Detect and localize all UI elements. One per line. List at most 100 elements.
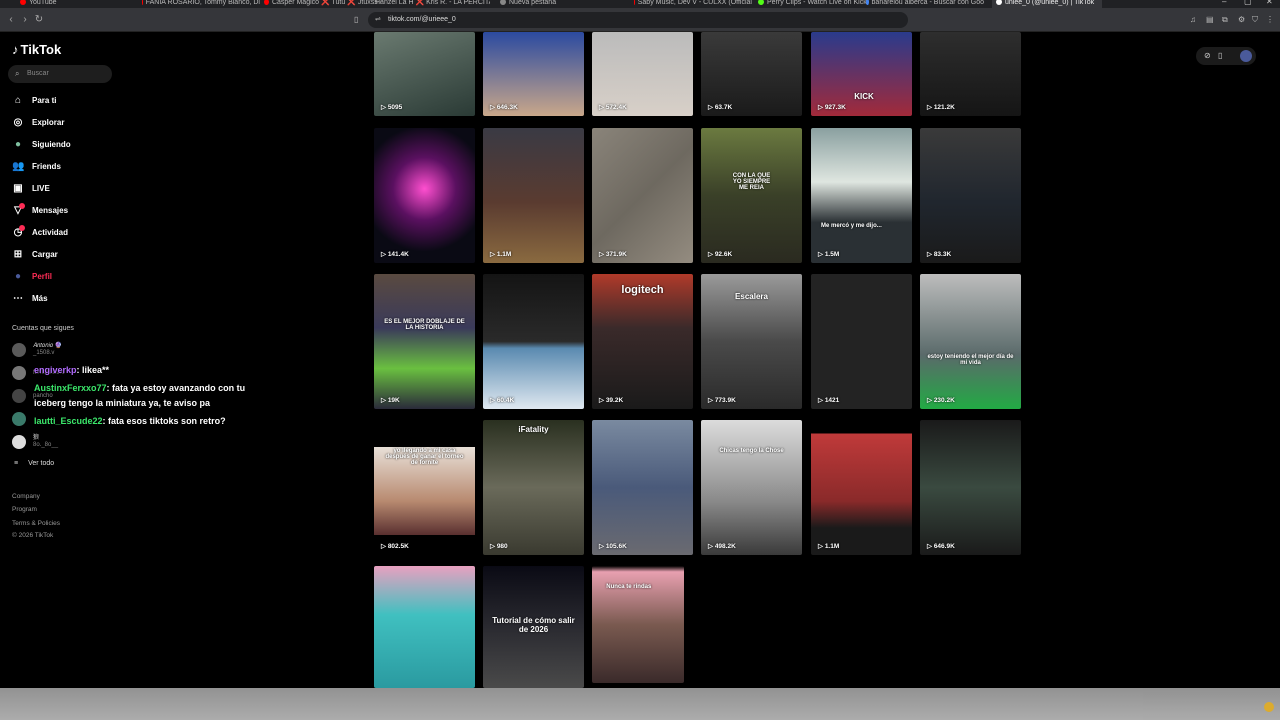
video-card[interactable]: ▷ 1.1M	[811, 420, 912, 555]
video-card[interactable]: ▷ 83.3K	[920, 128, 1021, 263]
sidebar-item-siguiendo[interactable]: ● Siguiendo	[12, 136, 71, 152]
video-card[interactable]: iFatality ▷ 980	[483, 420, 584, 555]
view-count-label: 371.9K	[605, 251, 627, 258]
video-card[interactable]: ▷ 121.2K	[920, 32, 1021, 116]
tiktok-logo[interactable]: ♪ TikTok	[12, 42, 61, 57]
translate-ext-icon[interactable]: ⚙	[1238, 15, 1245, 24]
view-count-label: 121.2K	[933, 104, 955, 111]
sidebar-item-perfil[interactable]: ● Perfil	[12, 268, 52, 284]
video-view-count: ▷ 1.1M	[818, 542, 839, 550]
tabs-ext-icon[interactable]: ⧉	[1222, 15, 1228, 25]
compass-icon: ◎	[13, 116, 23, 128]
footer-link[interactable]: Company	[12, 493, 40, 500]
sidebar-item-cargar[interactable]: ⊞ Cargar	[12, 246, 58, 262]
user-avatar[interactable]	[1240, 50, 1252, 62]
chat-message: lautti_Escude22: fata esos tiktoks son r…	[34, 416, 226, 426]
top-right-controls[interactable]: ⊘ ▯	[1196, 47, 1256, 65]
view-count-label: 1.5M	[824, 251, 840, 258]
video-caption: iFatality	[518, 425, 549, 434]
device-icon[interactable]: ▯	[1218, 51, 1222, 60]
video-caption: KICK	[854, 92, 874, 101]
sidebar-item-explorar[interactable]: ◎ Explorar	[12, 114, 65, 130]
browser-tab[interactable]: FANIA ROSARIO, Tommy Blanco, Di	[142, 0, 260, 8]
sidebar-ext-icon[interactable]: ▤	[1206, 15, 1214, 24]
video-card[interactable]: logitech ▷ 39.2K	[592, 274, 693, 409]
sidebar-item-label: Perfil	[32, 271, 53, 281]
play-icon: ▷	[599, 543, 606, 550]
account-name: 𝐴𝑛𝑡𝑜𝑛𝑖𝑜 🔮	[33, 343, 63, 349]
video-card[interactable]: KICK ▷ 927.3K	[811, 32, 912, 116]
coin-icon[interactable]	[1264, 702, 1274, 712]
chat-text: : fata esos tiktoks son retro?	[102, 416, 226, 426]
video-card[interactable]: yo llegando a mi casa después de ganar e…	[374, 420, 475, 555]
video-card[interactable]: Chicas tengo la Chose ▷ 498.2K	[701, 420, 802, 555]
tab-favicon-icon	[20, 0, 26, 5]
following-account[interactable]: 狼 8o._8o__	[12, 433, 58, 451]
view-count-label: 646.9K	[933, 543, 955, 550]
video-card[interactable]: ▷ 1.1M	[483, 128, 584, 263]
see-all-button[interactable]: ≡ Ver todo	[14, 460, 54, 467]
video-card[interactable]: ▷ 5095	[374, 32, 475, 116]
close-window-button[interactable]: ✕	[1266, 0, 1273, 6]
video-card[interactable]: ▷ 63.7K	[701, 32, 802, 116]
video-card[interactable]: ▷ 105.6K	[592, 420, 693, 555]
maximize-button[interactable]: ▢	[1244, 0, 1252, 6]
browser-tab[interactable]: YouTube	[20, 0, 138, 8]
video-card[interactable]: ▷ 141.4K	[374, 128, 475, 263]
play-icon: ▷	[599, 104, 606, 111]
play-icon: ▷	[818, 251, 825, 258]
back-icon[interactable]: ‹	[4, 14, 18, 25]
sidebar-item-mensajes[interactable]: ▽ Mensajes	[12, 202, 68, 218]
video-card[interactable]: CON LA QUE YO SIEMPRE ME REIA ▷ 92.6K	[701, 128, 802, 263]
video-card[interactable]: ES EL MEJOR DOBLAJE DE LA HISTORIA ▷ 19K	[374, 274, 475, 409]
view-count-label: 572.4K	[605, 104, 627, 111]
browser-tab[interactable]: Casper Magico ❌ Tutu ❌ Jtuxss -	[264, 0, 382, 8]
search-input[interactable]: ⌕ Buscar	[8, 65, 112, 83]
shield-ext-icon[interactable]: ⛉	[1252, 15, 1258, 25]
video-card[interactable]: ▷ 371.9K	[592, 128, 693, 263]
reload-icon[interactable]: ↻	[32, 14, 46, 25]
video-view-count: ▷ 5095	[381, 103, 402, 111]
video-card[interactable]: Nunca te rindas	[592, 566, 684, 683]
video-caption: ES EL MEJOR DOBLAJE DE LA HISTORIA	[384, 319, 465, 331]
music-ext-icon[interactable]: ♫	[1190, 15, 1196, 24]
following-account[interactable]	[12, 410, 33, 428]
sidebar-item-friends[interactable]: 👥 Friends	[12, 158, 61, 174]
footer-link[interactable]: Program	[12, 506, 37, 513]
minimize-button[interactable]: –	[1222, 0, 1226, 6]
video-card[interactable]: ▷ 572.4K	[592, 32, 693, 116]
sidebar-item-label: Más	[32, 293, 48, 303]
account-names: 𝐴𝑛𝑡𝑜𝑛𝑖𝑜 🔮 _1508.v	[33, 343, 62, 357]
sidebar-item-actividad[interactable]: ◷ Actividad	[12, 224, 68, 240]
sidebar-item-para-ti[interactable]: ⌂ Para ti	[12, 92, 57, 108]
play-icon: ▷	[490, 251, 497, 258]
video-view-count: ▷ 1.1M	[490, 250, 511, 258]
play-icon: ▷	[927, 104, 934, 111]
sidebar-item-más[interactable]: ⋯ Más	[12, 290, 48, 306]
video-card[interactable]: estoy teniendo el mejor día de mi vida ▷ …	[920, 274, 1021, 409]
profile-avatar-icon: ●	[14, 270, 22, 282]
forward-icon[interactable]: ›	[18, 14, 32, 25]
video-card[interactable]: ▷ 1421	[811, 274, 912, 409]
video-card[interactable]: ▷ 646.3K	[483, 32, 584, 116]
video-card[interactable]: ▷ 646.9K	[920, 420, 1021, 555]
footer-link[interactable]: Terms & Policies	[12, 520, 60, 527]
chat-text: iceberg tengo la miniatura ya, te aviso …	[34, 398, 211, 408]
video-view-count: ▷ 1421	[818, 396, 839, 404]
video-caption: yo llegando a mi casa después de ganar e…	[385, 448, 464, 466]
video-card[interactable]: ▷ 60.4K	[483, 274, 584, 409]
sidebar-item-label: Friends	[32, 161, 61, 171]
video-card[interactable]	[374, 566, 475, 688]
video-card[interactable]: Escalera ▷ 773.9K	[701, 274, 802, 409]
following-account[interactable]: 𝐴𝑛𝑡𝑜𝑛𝑖𝑜 🔮 _1508.v	[12, 341, 62, 359]
menu-icon[interactable]: ⋮	[1266, 15, 1274, 24]
bookmark-icon[interactable]: ▯	[354, 15, 358, 24]
chat-message: engiverkp: likea**	[34, 365, 109, 375]
chat-text: : fata ya estoy avanzando con tu	[106, 383, 246, 393]
sidebar-item-live[interactable]: ▣ LIVE	[12, 180, 50, 196]
video-card[interactable]: Me mercó y me dijo... ▷ 1.5M	[811, 128, 912, 263]
video-card[interactable]: Tutorial de cómo salir de 2026	[483, 566, 584, 688]
account-name: 狼	[33, 435, 40, 441]
search-icon: ⌕	[15, 69, 20, 78]
settings-icon[interactable]: ⊘	[1204, 51, 1211, 60]
